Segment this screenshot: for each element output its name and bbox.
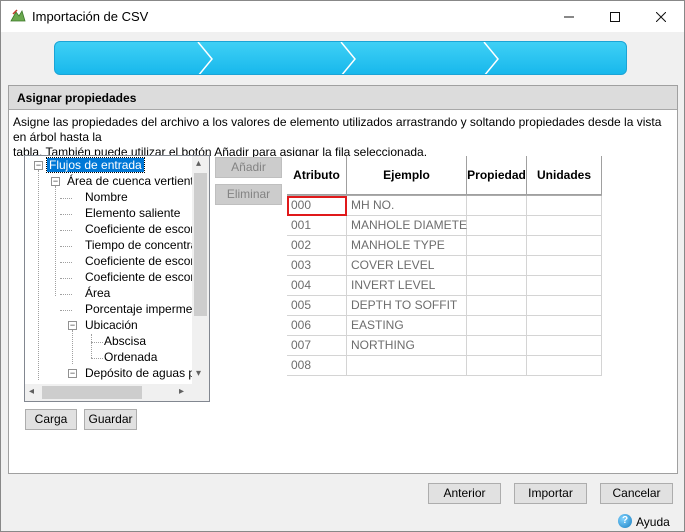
tree-node-catchment[interactable]: Área de cuenca vertiente [67,174,200,188]
example-cell[interactable]: INVERT LEVEL [347,276,467,296]
scroll-thumb[interactable] [194,173,207,316]
property-cell[interactable] [467,336,527,356]
column-header-property[interactable]: Propiedad [467,156,527,195]
help-link[interactable]: Ayuda [636,515,670,529]
property-tree[interactable]: − Flujos de entrada − Área de cuenca ver… [24,155,210,402]
back-button[interactable]: Anterior [428,483,501,504]
scroll-up-icon[interactable]: ▴ [196,158,201,169]
attribute-cell[interactable]: 007 [287,336,347,356]
title-bar: Importación de CSV [1,1,684,32]
scroll-left-icon[interactable]: ◂ [29,386,34,397]
attribute-cell[interactable]: 008 [287,356,347,376]
app-icon [10,9,26,22]
units-cell[interactable] [527,256,602,276]
example-cell[interactable]: DEPTH TO SOFFIT [347,296,467,316]
tree-leaf[interactable]: Nombre [85,190,128,204]
step-separator-icon [483,42,499,74]
units-cell[interactable] [527,276,602,296]
cancel-button[interactable]: Cancelar [600,483,673,504]
save-button[interactable]: Guardar [84,409,137,430]
example-cell[interactable]: COVER LEVEL [347,256,467,276]
units-cell[interactable] [527,356,602,376]
property-cell[interactable] [467,296,527,316]
maximize-button[interactable] [592,1,638,32]
units-cell[interactable] [527,336,602,356]
add-button[interactable]: Añadir [215,157,282,178]
minimize-button[interactable] [546,1,592,32]
tree-node-location[interactable]: Ubicación [85,318,138,332]
maximize-icon [610,11,620,22]
example-cell[interactable]: MH NO. [347,196,467,216]
minimize-icon [564,16,574,17]
window-title: Importación de CSV [32,9,149,24]
collapse-catchment-icon[interactable]: − [51,177,60,186]
tree-leaf[interactable]: Coeficiente de escorre [85,270,205,284]
scroll-thumb[interactable] [42,386,142,399]
import-button[interactable]: Importar [514,483,587,504]
attribute-cell[interactable]: 005 [287,296,347,316]
scroll-right-icon[interactable]: ▸ [179,386,184,397]
property-cell[interactable] [467,316,527,336]
units-cell[interactable] [527,216,602,236]
attribute-cell[interactable]: 002 [287,236,347,256]
property-cell[interactable] [467,196,527,216]
column-header-example[interactable]: Ejemplo [347,156,467,195]
csv-import-dialog: Importación de CSV Asignar propiedades A… [0,0,685,532]
tree-leaf[interactable]: Abscisa [104,334,146,348]
tree-leaf[interactable]: Porcentaje impermeab [85,302,206,316]
tree-leaf[interactable]: Área [85,286,110,300]
tree-leaf[interactable]: Ordenada [104,350,157,364]
close-icon [656,11,666,22]
tree-leaf[interactable]: Coeficiente de escorre [85,222,205,236]
scroll-down-icon[interactable]: ▾ [196,368,201,379]
step-separator-icon [340,42,356,74]
attribute-cell[interactable]: 000 [287,196,347,216]
tree-node-storage[interactable]: Depósito de aguas plu [85,366,204,380]
property-cell[interactable] [467,236,527,256]
tree-horizontal-scrollbar[interactable]: ◂ ▸ [25,384,209,401]
property-cell[interactable] [467,356,527,376]
wizard-progress-bar [54,41,627,75]
units-cell[interactable] [527,296,602,316]
collapse-root-icon[interactable]: − [34,161,43,170]
property-cell[interactable] [467,216,527,236]
column-header-units[interactable]: Unidades [527,156,602,195]
attribute-cell[interactable]: 003 [287,256,347,276]
units-cell[interactable] [527,236,602,256]
column-header-attribute[interactable]: Atributo [287,156,347,195]
tree-vertical-scrollbar[interactable]: ▴ ▾ [192,156,209,385]
example-cell[interactable] [347,356,467,376]
tree-leaf[interactable]: Coeficiente de escorre [85,254,205,268]
attribute-grid[interactable]: Atributo Ejemplo Propiedad Unidades 000 M… [287,156,602,376]
property-cell[interactable] [467,276,527,296]
property-cell[interactable] [467,256,527,276]
tree-node-root[interactable]: Flujos de entrada [46,157,145,173]
collapse-location-icon[interactable]: − [68,321,77,330]
attribute-cell[interactable]: 006 [287,316,347,336]
example-cell[interactable]: EASTING [347,316,467,336]
example-cell[interactable]: MANHOLE DIAMETER [347,216,476,236]
attribute-cell[interactable]: 001 [287,216,347,236]
tree-leaf[interactable]: Tiempo de concentrac [85,238,203,252]
help-icon[interactable]: ? [618,514,632,528]
close-button[interactable] [638,1,684,32]
instructions-line-1: Asigne las propiedades del archivo a los… [13,115,662,144]
expand-storage-icon[interactable]: − [68,369,77,378]
instructions-text: Asigne las propiedades del archivo a los… [13,115,673,160]
step-separator-icon [197,42,213,74]
units-cell[interactable] [527,196,602,216]
attribute-cell[interactable]: 004 [287,276,347,296]
remove-button[interactable]: Eliminar [215,184,282,205]
example-cell[interactable]: NORTHING [347,336,467,356]
example-cell[interactable]: MANHOLE TYPE [347,236,467,256]
load-button[interactable]: Carga [25,409,77,430]
panel-title: Asignar propiedades [9,86,677,110]
units-cell[interactable] [527,316,602,336]
tree-leaf[interactable]: Elemento saliente [85,206,180,220]
